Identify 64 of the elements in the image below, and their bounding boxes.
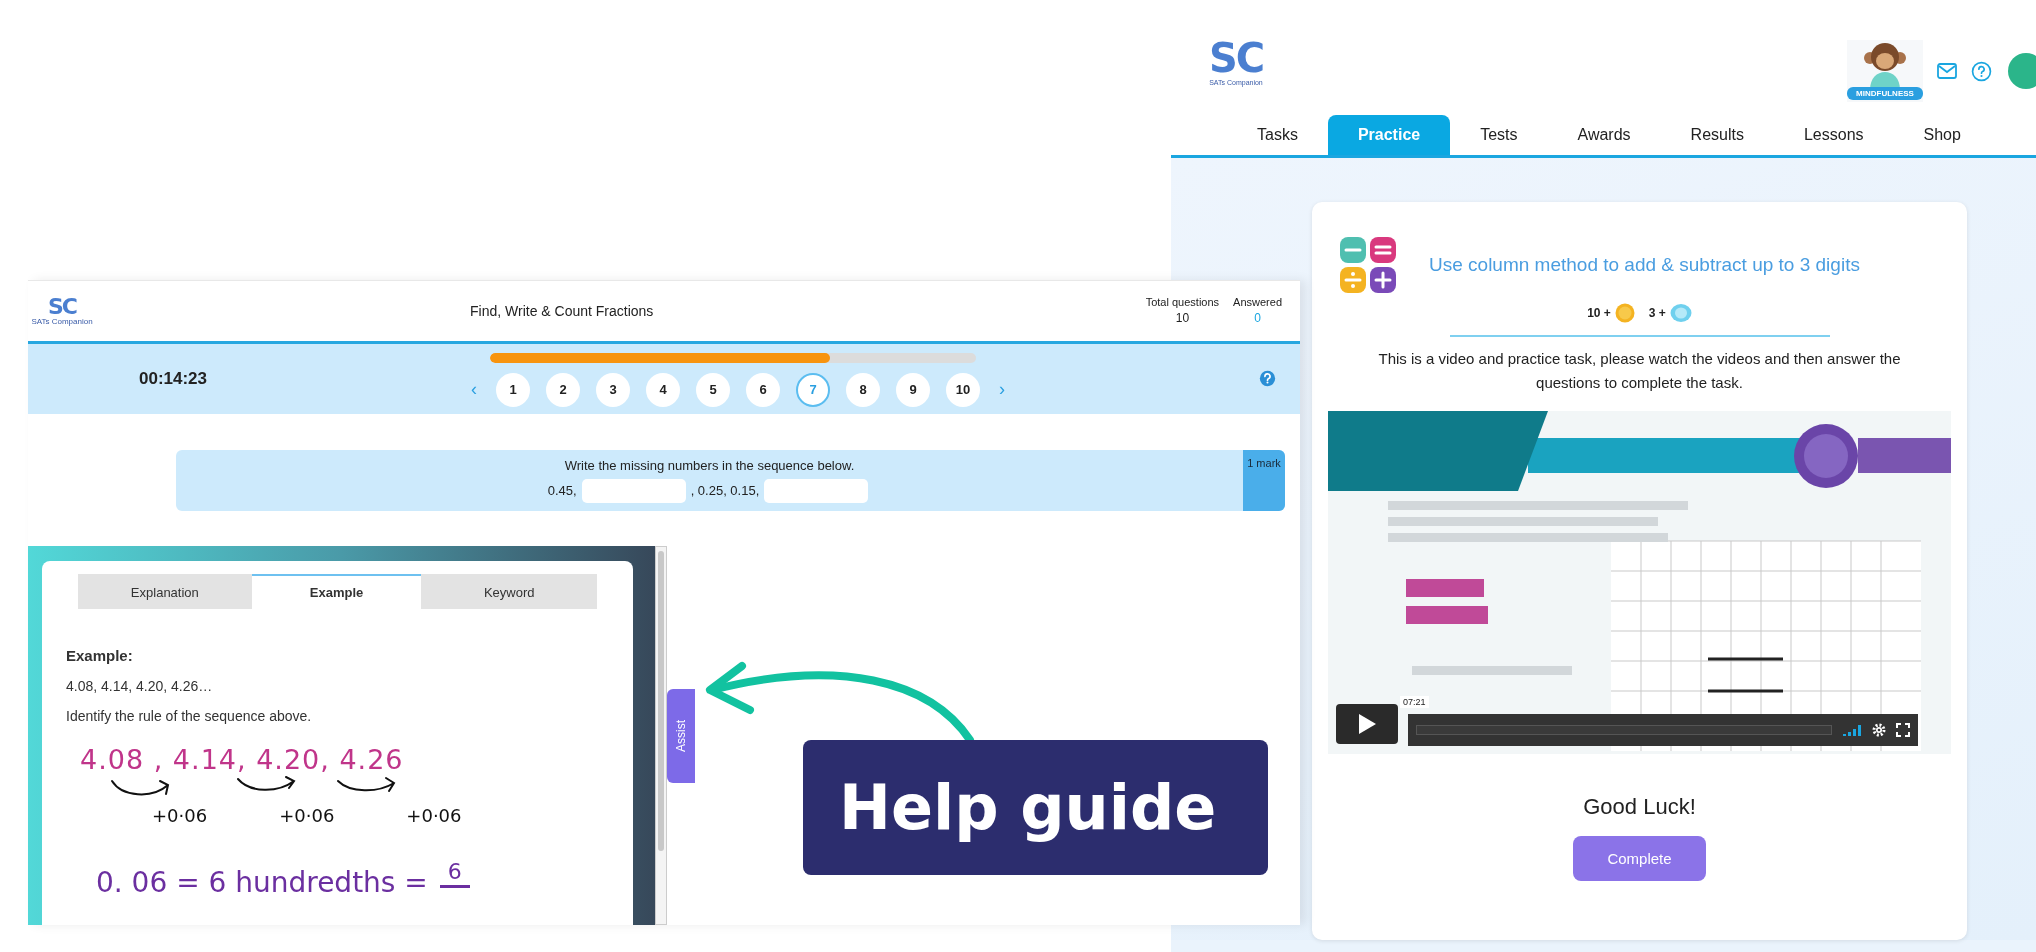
gem-coin-icon [1669,303,1692,323]
video-seek-bar[interactable] [1416,725,1832,735]
volume-icon[interactable] [1842,723,1862,737]
play-icon [1357,713,1377,735]
complete-button[interactable]: Complete [1573,836,1706,881]
handwritten-equation: 0. 06 = 6 hundredths = [96,866,428,900]
question-prompt: Write the missing numbers in the sequence below. [564,457,855,473]
stat-value: 0 [1254,311,1261,326]
maths-operations-icon [1340,237,1396,293]
task-title: Use column method to add & subtract up to 3 digits [1429,254,1860,276]
badge-label: MINDFULNESS [1847,87,1923,100]
video-time: 07:21 [1400,696,1429,708]
closing-message: Good Luck! [1583,794,1696,820]
handwritten-sequence: 4.08 , 4.14, 4.20, 4.26 [80,744,404,776]
nav-tab[interactable]: Results [1660,115,1774,155]
settings-icon[interactable] [1872,723,1886,737]
nav-tab[interactable]: Awards [1547,115,1661,155]
question-number[interactable]: 10 [946,372,980,407]
question-number[interactable]: 5 [696,372,730,407]
stat-label: Answered [1233,296,1282,309]
nav-tab[interactable]: Tasks [1227,115,1328,155]
question-number[interactable]: 2 [546,372,580,407]
stat-value: 10 [1175,311,1190,326]
logo-caption: SATs Companion [31,317,93,326]
question-number[interactable]: 6 [746,372,780,407]
assist-tab[interactable]: Assist [667,689,695,784]
handwritten-step: +0·06 [152,805,208,827]
logo-text: SC [48,295,76,318]
example-text: Identify the rule of the sequence above. [66,708,313,725]
nav-tab[interactable]: Shop [1893,115,1991,155]
profile-icon[interactable] [2006,51,2036,91]
help-icon[interactable] [1971,60,1992,82]
sequence-text: 0.45, [547,483,577,499]
mail-icon[interactable] [1937,63,1957,79]
avatar-icon [1862,40,1908,90]
scrollbar[interactable] [655,546,667,925]
logo-text: SC [1208,38,1264,78]
mark-label: 1 mark [1243,449,1285,512]
question-number[interactable]: 4 [646,372,680,407]
fullscreen-icon[interactable] [1896,723,1910,737]
nav-tab[interactable]: Lessons [1773,115,1894,155]
stat-label: Total questions [1145,296,1220,309]
play-button[interactable] [1336,704,1398,744]
handwritten-step: +0·06 [406,805,462,827]
coin-icon [1614,303,1635,323]
quiz-title: Find, Write & Count Fractions [470,302,654,319]
question-number[interactable]: 3 [596,372,630,407]
example-text: 4.08, 4.14, 4.20, 4.26… [66,678,214,695]
fraction-numerator: 6 [439,860,470,888]
handwritten-step: +0·06 [279,805,335,827]
question-number[interactable]: 8 [846,372,880,407]
question-number[interactable]: 1 [496,372,530,407]
task-description: This is a video and practice task, please watch the videos and then answer the questions to complete the task. [1377,349,1902,393]
help-tab[interactable]: Explanation [78,574,252,610]
nav-tab[interactable]: Tests [1450,115,1548,155]
reward-amount: 10 + [1587,306,1611,320]
help-icon[interactable] [1259,370,1276,388]
reward-amount: 3 + [1648,306,1666,320]
callout-label: Help guide [803,740,1268,875]
sequence-text: , 0.25, 0.15, [690,483,760,499]
example-heading: Example: [66,647,134,665]
timer: 00:14:23 [137,368,209,389]
question-number[interactable]: 9 [896,372,930,407]
help-tab[interactable]: Keyword [421,574,597,610]
